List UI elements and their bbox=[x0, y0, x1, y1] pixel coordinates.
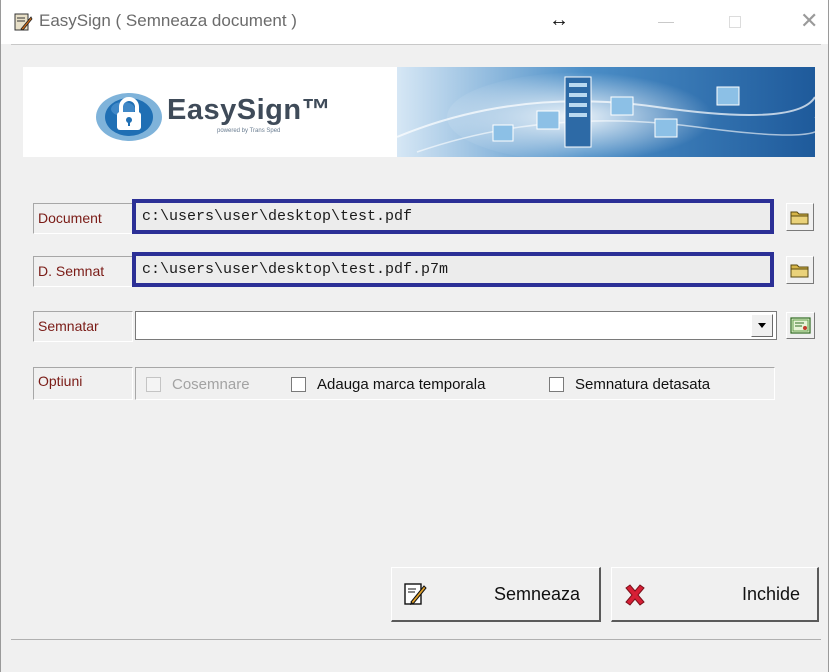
window-title: EasySign ( Semneaza document ) bbox=[39, 11, 297, 30]
brand-tagline: powered by Trans Sped bbox=[217, 128, 281, 134]
certificate-icon bbox=[790, 317, 811, 334]
app-sign-icon bbox=[14, 13, 33, 31]
close-window-button[interactable]: ✕ bbox=[800, 10, 818, 32]
lock-logo-icon bbox=[96, 93, 162, 141]
signer-dropdown-arrow[interactable] bbox=[751, 314, 773, 337]
detached-label[interactable]: Semnatura detasata bbox=[575, 376, 710, 393]
brand-name: EasySign™ bbox=[167, 94, 332, 126]
signed-document-label: D. Semnat bbox=[33, 256, 133, 287]
signer-select[interactable] bbox=[135, 311, 777, 340]
cosign-checkbox bbox=[146, 377, 161, 392]
minimize-button[interactable] bbox=[654, 8, 680, 34]
sign-document-icon bbox=[404, 583, 427, 605]
sign-button[interactable]: Semneaza bbox=[391, 567, 601, 622]
options-label: Optiuni bbox=[33, 367, 133, 400]
maximize-button[interactable] bbox=[729, 16, 741, 28]
browse-document-button[interactable] bbox=[786, 203, 814, 231]
red-x-icon bbox=[625, 584, 645, 606]
view-certificate-button[interactable] bbox=[786, 312, 815, 339]
signer-label: Semnatar bbox=[33, 311, 133, 342]
document-path-field[interactable]: c:\users\user\desktop\test.pdf bbox=[132, 199, 774, 234]
detached-checkbox[interactable] bbox=[549, 377, 564, 392]
cosign-label: Cosemnare bbox=[172, 376, 250, 393]
resize-arrows-icon[interactable]: ↔ bbox=[549, 9, 569, 32]
easysign-window: EasySign ( Semneaza document ) ↔ ✕ EasyS… bbox=[0, 0, 829, 672]
browse-signed-document-button[interactable] bbox=[786, 256, 814, 284]
network-illustration bbox=[397, 67, 815, 157]
signed-document-path-field[interactable]: c:\users\user\desktop\test.pdf.p7m bbox=[132, 252, 774, 287]
document-label: Document bbox=[33, 203, 133, 234]
close-button-label: Inchide bbox=[742, 584, 801, 604]
folder-icon bbox=[790, 264, 809, 278]
timestamp-checkbox[interactable] bbox=[291, 377, 306, 392]
close-button[interactable]: Inchide bbox=[611, 567, 819, 622]
sign-button-label: Semneaza bbox=[494, 584, 581, 604]
folder-icon bbox=[790, 211, 809, 225]
title-separator bbox=[11, 44, 821, 45]
status-bar bbox=[1, 640, 828, 672]
timestamp-label[interactable]: Adauga marca temporala bbox=[317, 376, 485, 393]
title-bar[interactable]: EasySign ( Semneaza document ) ↔ ✕ bbox=[1, 0, 828, 44]
